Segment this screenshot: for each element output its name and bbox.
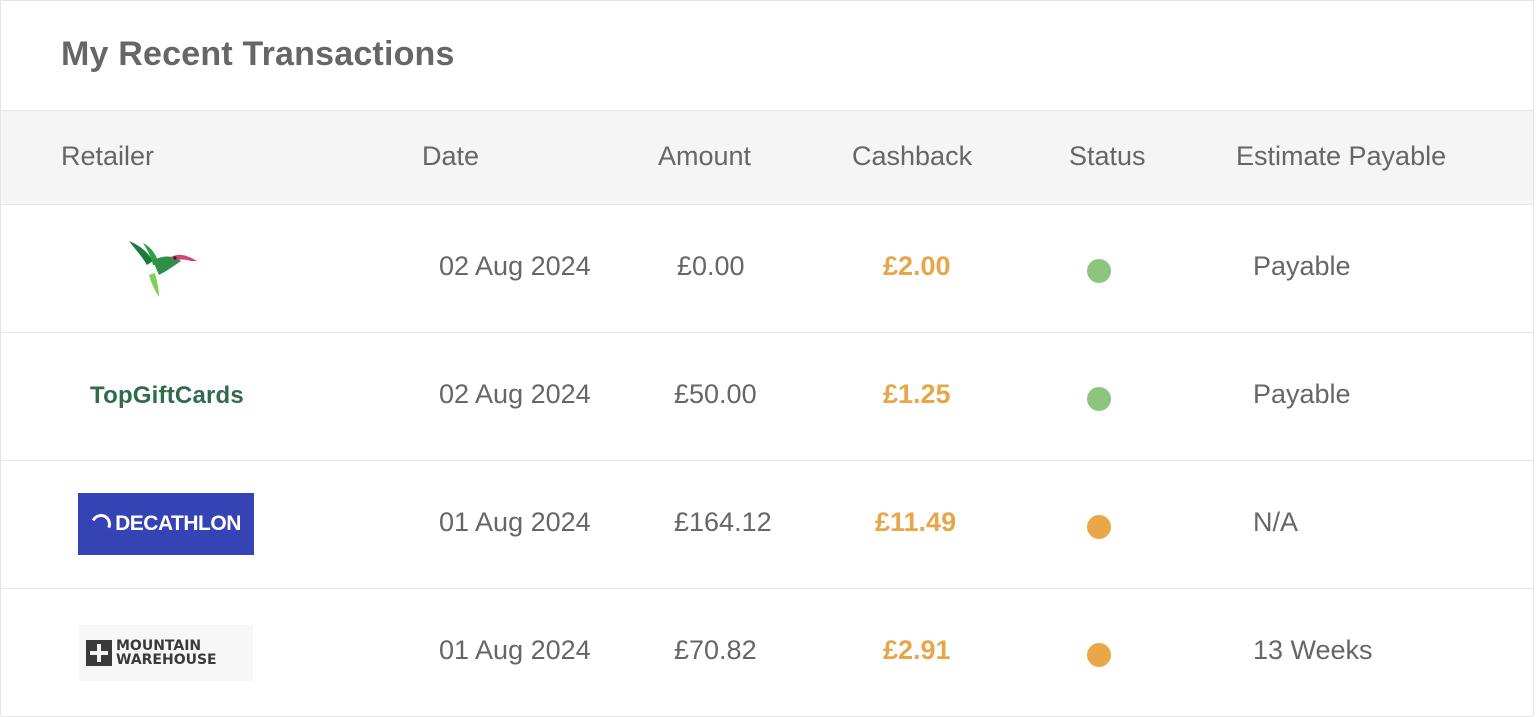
hummingbird-logo [129,241,197,297]
col-header-cashback: Cashback [852,141,973,171]
col-header-retailer: Retailer [61,141,155,171]
amount-cell: £50.00 [674,379,757,409]
table-row[interactable]: MOUNTAIN WAREHOUSE 01 Aug 2024 £70.82 £2… [1,589,1533,717]
amount-cell: £70.82 [674,635,757,665]
decathlon-logo-text: DECATHLON [115,512,241,535]
decathlon-logo: DECATHLON [78,493,254,555]
transactions-panel: My Recent Transactions Retailer Date Amo… [0,0,1534,717]
estimate-cell: Payable [1253,379,1351,409]
col-header-status: Status [1069,141,1146,171]
table-row[interactable]: 02 Aug 2024 £0.00 £2.00 Payable [1,205,1533,333]
col-header-amount: Amount [658,141,752,171]
col-header-date: Date [422,141,480,171]
estimate-cell: 13 Weeks [1253,635,1373,665]
table-row[interactable]: TopGiftCards 02 Aug 2024 £50.00 £1.25 Pa… [1,333,1533,461]
page-title: My Recent Transactions [61,35,455,73]
estimate-cell: N/A [1253,507,1299,537]
cashback-cell: £2.00 [883,251,951,281]
table-row[interactable]: DECATHLON 01 Aug 2024 £164.12 £11.49 N/A [1,461,1533,589]
status-dot-icon [1087,387,1111,411]
decathlon-swoosh-icon [88,511,114,537]
col-header-estimate: Estimate Payable [1236,141,1447,171]
status-dot-icon [1087,515,1111,539]
date-cell: 02 Aug 2024 [439,379,591,409]
cashback-cell: £2.91 [883,635,951,665]
estimate-cell: Payable [1253,251,1351,281]
amount-cell: £164.12 [674,507,772,537]
table-header: Retailer Date Amount Cashback Status Est… [1,110,1533,205]
cross-box-icon [86,640,112,666]
date-cell: 01 Aug 2024 [439,635,591,665]
amount-cell: £0.00 [677,251,745,281]
date-cell: 02 Aug 2024 [439,251,591,281]
cashback-cell: £11.49 [875,507,957,537]
mountain-warehouse-logo: MOUNTAIN WAREHOUSE [79,625,253,681]
topgiftcards-logo: TopGiftCards [90,382,244,409]
mountain-warehouse-logo-text: MOUNTAIN WAREHOUSE [116,638,217,668]
date-cell: 01 Aug 2024 [439,507,591,537]
cashback-cell: £1.25 [883,379,951,409]
status-dot-icon [1087,643,1111,667]
status-dot-icon [1087,259,1111,283]
